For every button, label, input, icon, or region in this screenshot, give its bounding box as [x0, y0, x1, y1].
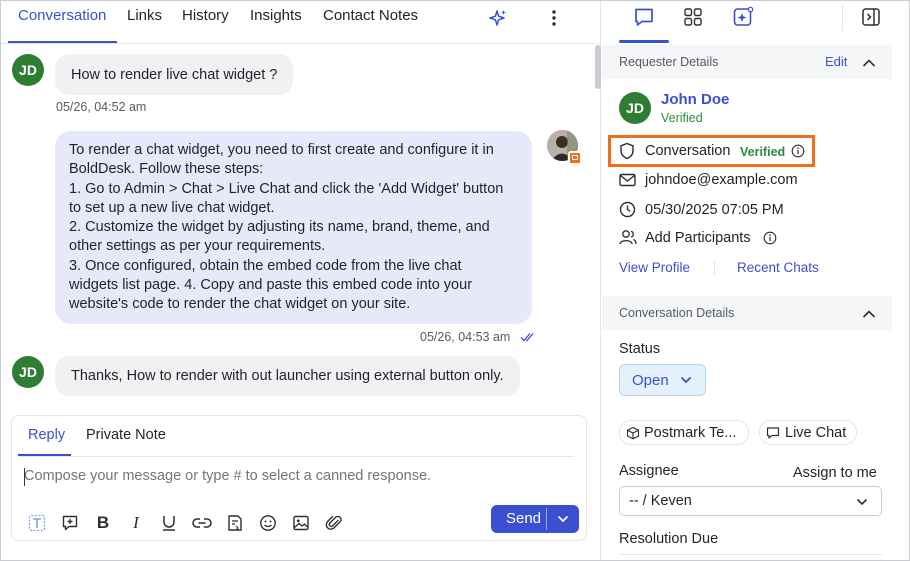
collapse-panel-icon[interactable] — [859, 5, 883, 29]
chat-channel-badge-icon — [568, 151, 582, 165]
more-options-icon[interactable] — [542, 6, 566, 30]
tab-insights[interactable]: Insights — [250, 7, 302, 37]
add-participants-link[interactable]: Add Participants — [645, 230, 751, 246]
sidebar-tabs — [602, 1, 909, 45]
cube-icon — [626, 426, 640, 439]
status-dropdown[interactable]: Open — [619, 364, 706, 396]
channel-label: Conversation — [645, 143, 731, 159]
chat-bubble-icon — [766, 426, 780, 439]
requester-avatar: JD — [619, 92, 651, 124]
status-value: Open — [632, 372, 669, 389]
shield-icon — [619, 142, 635, 163]
underline-icon[interactable] — [158, 512, 180, 534]
comment-plus-icon[interactable] — [59, 512, 81, 534]
channel-chip[interactable]: Live Chat — [759, 420, 857, 445]
message-timestamp: 05/26, 04:52 am — [56, 100, 147, 114]
attachment-icon[interactable] — [323, 512, 345, 534]
conversation-tabs: Conversation Links History Insights Cont… — [1, 1, 601, 44]
send-options-dropdown[interactable] — [547, 505, 579, 533]
chevron-up-icon[interactable] — [862, 55, 876, 71]
customer-message-bubble: Thanks, How to render with out launcher … — [55, 356, 520, 396]
requester-avatar: JD — [12, 54, 44, 86]
text-format-icon[interactable] — [26, 512, 48, 534]
scrollbar-thumb[interactable] — [595, 45, 601, 89]
tab-contact-notes[interactable]: Contact Notes — [323, 7, 418, 37]
message-timestamp: 05/26, 04:53 am — [420, 330, 511, 344]
italic-icon[interactable]: I — [125, 512, 147, 534]
info-icon[interactable] — [791, 144, 805, 161]
channel-verified-status: Verified — [740, 145, 786, 159]
ai-assist-icon[interactable] — [731, 5, 755, 29]
active-tab-indicator — [18, 454, 71, 456]
canned-response-icon[interactable] — [224, 512, 246, 534]
scrollbar-track[interactable] — [593, 45, 601, 411]
participants-icon — [619, 229, 637, 248]
clock-icon — [619, 201, 636, 221]
details-sidebar: Requester Details Edit JD John Doe Verif… — [602, 1, 909, 560]
divider — [18, 456, 574, 457]
section-title: Conversation Details — [619, 306, 735, 320]
divider — [619, 554, 882, 555]
compose-input[interactable] — [24, 468, 564, 484]
assignee-select[interactable]: -- / Keven — [619, 486, 882, 516]
conversation-details-header[interactable]: Conversation Details — [602, 296, 892, 330]
status-label: Status — [619, 341, 661, 357]
brand-chip[interactable]: Postmark Te... — [619, 420, 749, 445]
requester-name[interactable]: John Doe — [661, 91, 729, 108]
brand-chip-label: Postmark Te... — [644, 424, 737, 441]
read-receipt-icon — [520, 330, 536, 346]
requester-email: johndoe@example.com — [645, 172, 798, 188]
chevron-down-icon — [557, 515, 569, 523]
requester-details-header[interactable]: Requester Details Edit — [602, 45, 892, 79]
active-tab-indicator — [8, 41, 117, 43]
send-button[interactable]: Send — [501, 510, 546, 527]
info-icon[interactable] — [763, 231, 777, 248]
image-icon[interactable] — [290, 512, 312, 534]
view-profile-link[interactable]: View Profile — [619, 260, 690, 275]
recent-chats-link[interactable]: Recent Chats — [737, 260, 819, 275]
reply-composer: Reply Private Note B I — [11, 415, 587, 541]
conversation-datetime: 05/30/2025 07:05 PM — [645, 202, 784, 218]
message-text: Thanks, How to render with out launcher … — [71, 368, 504, 384]
resolution-due-label: Resolution Due — [619, 531, 719, 547]
send-button-group: Send — [491, 505, 579, 533]
agent-message-bubble: To render a chat widget, you need to fir… — [55, 131, 532, 324]
chevron-down-icon — [680, 376, 692, 384]
tab-private-note[interactable]: Private Note — [86, 427, 166, 443]
verified-status: Verified — [661, 111, 703, 125]
emoji-icon[interactable] — [257, 512, 279, 534]
channel-chip-label: Live Chat — [785, 424, 847, 441]
assignee-value: -- / Keven — [629, 493, 692, 509]
message-text: How to render live chat widget ? — [71, 66, 278, 83]
ai-sparkle-icon[interactable] — [486, 6, 510, 30]
requester-avatar: JD — [12, 356, 44, 388]
active-tab-indicator — [619, 40, 669, 43]
mail-icon — [619, 173, 636, 190]
conversation-panel: Conversation Links History Insights Cont… — [1, 1, 601, 560]
tab-reply[interactable]: Reply — [28, 427, 65, 443]
chevron-down-icon — [856, 498, 868, 506]
apps-grid-icon[interactable] — [681, 5, 705, 29]
tab-history[interactable]: History — [182, 7, 229, 37]
tab-conversation[interactable]: Conversation — [18, 7, 106, 37]
edit-requester-link[interactable]: Edit — [825, 54, 847, 69]
assignee-label: Assignee — [619, 463, 679, 479]
link-icon[interactable] — [191, 512, 213, 534]
bold-icon[interactable]: B — [92, 512, 114, 534]
section-title: Requester Details — [619, 55, 719, 69]
customer-message-bubble: How to render live chat widget ? — [55, 54, 294, 95]
text-caret — [24, 468, 25, 486]
chevron-up-icon[interactable] — [862, 306, 876, 322]
divider — [714, 261, 715, 275]
divider — [842, 5, 843, 31]
chat-details-icon[interactable] — [632, 5, 656, 29]
assign-to-me-link[interactable]: Assign to me — [793, 465, 877, 481]
tab-links[interactable]: Links — [127, 7, 162, 37]
app-frame: Conversation Links History Insights Cont… — [0, 0, 910, 561]
